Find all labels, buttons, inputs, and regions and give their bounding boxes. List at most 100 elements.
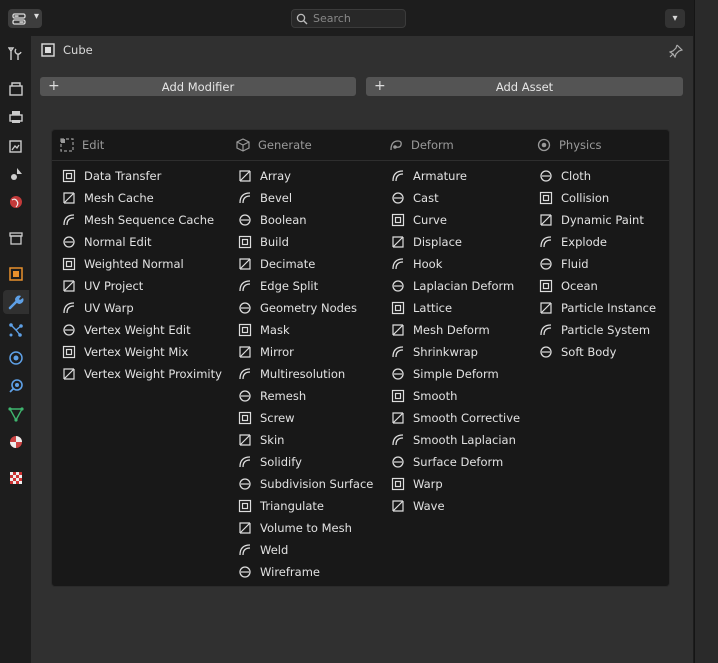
menu-item-bevel[interactable]: Bevel <box>238 187 373 209</box>
physics-column: Cloth Collision Dynamic Paint Explode Fluid O… <box>539 165 656 363</box>
tool-icon[interactable] <box>7 45 25 63</box>
material-icon[interactable] <box>7 433 25 451</box>
menu-item-cast[interactable]: Cast <box>391 187 520 209</box>
add-asset-button[interactable]: + Add Asset <box>366 77 683 96</box>
menu-item-weighted-normal[interactable]: Weighted Normal <box>62 253 222 275</box>
world-icon[interactable] <box>7 193 25 211</box>
menu-item-label: Weighted Normal <box>84 257 184 271</box>
menu-item-vertex-weight-mix[interactable]: Vertex Weight Mix <box>62 341 222 363</box>
menu-item-label: Mirror <box>260 345 294 359</box>
menu-item-build[interactable]: Build <box>238 231 373 253</box>
physics-icon[interactable] <box>7 349 25 367</box>
menu-item-label: Multiresolution <box>260 367 346 381</box>
menu-item-simple-deform[interactable]: Simple Deform <box>391 363 520 385</box>
remesh-icon <box>238 389 252 403</box>
modifiers-icon[interactable] <box>3 290 29 314</box>
search-field[interactable]: Search <box>291 9 406 28</box>
editor-type-dropdown[interactable]: ▾ <box>8 9 42 28</box>
menu-item-collision[interactable]: Collision <box>539 187 656 209</box>
menu-item-decimate[interactable]: Decimate <box>238 253 373 275</box>
menu-item-dynamic-paint[interactable]: Dynamic Paint <box>539 209 656 231</box>
menu-item-smooth-laplacian[interactable]: Smooth Laplacian <box>391 429 520 451</box>
vertex-weight-edit-icon <box>62 323 76 337</box>
menu-item-normal-edit[interactable]: Normal Edit <box>62 231 222 253</box>
menu-item-wireframe[interactable]: Wireframe <box>238 561 373 583</box>
data-icon[interactable] <box>7 405 25 423</box>
menu-item-mask[interactable]: Mask <box>238 319 373 341</box>
menu-item-particle-instance[interactable]: Particle Instance <box>539 297 656 319</box>
menu-item-wave[interactable]: Wave <box>391 495 520 517</box>
deform-icon <box>390 140 402 151</box>
menu-item-remesh[interactable]: Remesh <box>238 385 373 407</box>
particles-icon[interactable] <box>7 321 25 339</box>
menu-item-label: Lattice <box>413 301 453 315</box>
menu-item-label: Mask <box>260 323 290 337</box>
object-icon[interactable] <box>7 265 25 283</box>
menu-item-solidify[interactable]: Solidify <box>238 451 373 473</box>
menu-item-mesh-deform[interactable]: Mesh Deform <box>391 319 520 341</box>
menu-item-smooth[interactable]: Smooth <box>391 385 520 407</box>
pin-icon[interactable] <box>668 43 684 62</box>
menu-item-laplacian-deform[interactable]: Laplacian Deform <box>391 275 520 297</box>
cloth-icon <box>539 169 553 183</box>
chevron-down-icon: ▾ <box>33 11 39 22</box>
plus-icon: + <box>48 78 60 94</box>
menu-item-label: Normal Edit <box>84 235 152 249</box>
output-icon[interactable] <box>7 108 25 126</box>
menu-item-smooth-corrective[interactable]: Smooth Corrective <box>391 407 520 429</box>
subdivision-surface-icon <box>238 477 252 491</box>
collision-icon <box>539 191 553 205</box>
menu-item-data-transfer[interactable]: Data Transfer <box>62 165 222 187</box>
edit-heading: Edit <box>60 137 104 153</box>
menu-item-soft-body[interactable]: Soft Body <box>539 341 656 363</box>
menu-item-subdivision-surface[interactable]: Subdivision Surface <box>238 473 373 495</box>
menu-item-mesh-sequence-cache[interactable]: Mesh Sequence Cache <box>62 209 222 231</box>
menu-item-shrinkwrap[interactable]: Shrinkwrap <box>391 341 520 363</box>
build-icon <box>238 235 252 249</box>
menu-item-skin[interactable]: Skin <box>238 429 373 451</box>
bevel-icon <box>238 191 252 205</box>
menu-item-triangulate[interactable]: Triangulate <box>238 495 373 517</box>
menu-item-hook[interactable]: Hook <box>391 253 520 275</box>
menu-item-edge-split[interactable]: Edge Split <box>238 275 373 297</box>
menu-item-volume-to-mesh[interactable]: Volume to Mesh <box>238 517 373 539</box>
menu-item-warp[interactable]: Warp <box>391 473 520 495</box>
menu-item-fluid[interactable]: Fluid <box>539 253 656 275</box>
menu-item-boolean[interactable]: Boolean <box>238 209 373 231</box>
add-modifier-button[interactable]: + Add Modifier <box>40 77 356 96</box>
menu-item-screw[interactable]: Screw <box>238 407 373 429</box>
menu-item-array[interactable]: Array <box>238 165 373 187</box>
menu-item-mirror[interactable]: Mirror <box>238 341 373 363</box>
menu-item-particle-system[interactable]: Particle System <box>539 319 656 341</box>
menu-item-mesh-cache[interactable]: Mesh Cache <box>62 187 222 209</box>
mask-icon <box>238 323 252 337</box>
menu-item-lattice[interactable]: Lattice <box>391 297 520 319</box>
menu-item-explode[interactable]: Explode <box>539 231 656 253</box>
particle-instance-icon <box>539 301 553 315</box>
view-layer-icon[interactable] <box>7 137 25 155</box>
menu-item-uv-warp[interactable]: UV Warp <box>62 297 222 319</box>
options-dropdown[interactable]: ▾ <box>665 9 685 28</box>
collection-icon[interactable] <box>7 229 25 247</box>
texture-icon[interactable] <box>7 469 25 487</box>
menu-item-cloth[interactable]: Cloth <box>539 165 656 187</box>
menu-item-displace[interactable]: Displace <box>391 231 520 253</box>
constraints-icon[interactable] <box>7 377 25 395</box>
scene-icon[interactable] <box>7 165 25 183</box>
menu-item-multiresolution[interactable]: Multiresolution <box>238 363 373 385</box>
menu-item-ocean[interactable]: Ocean <box>539 275 656 297</box>
menu-item-surface-deform[interactable]: Surface Deform <box>391 451 520 473</box>
skin-icon <box>238 433 252 447</box>
generate-icon <box>236 138 250 152</box>
menu-item-armature[interactable]: Armature <box>391 165 520 187</box>
menu-item-curve[interactable]: Curve <box>391 209 520 231</box>
object-context: Cube <box>41 42 93 58</box>
menu-item-uv-project[interactable]: UV Project <box>62 275 222 297</box>
menu-item-vertex-weight-edit[interactable]: Vertex Weight Edit <box>62 319 222 341</box>
multiresolution-icon <box>238 367 252 381</box>
menu-item-weld[interactable]: Weld <box>238 539 373 561</box>
menu-item-geometry-nodes[interactable]: Geometry Nodes <box>238 297 373 319</box>
menu-item-label: Subdivision Surface <box>260 477 374 491</box>
menu-item-vertex-weight-proximity[interactable]: Vertex Weight Proximity <box>62 363 222 385</box>
render-icon[interactable] <box>7 80 25 98</box>
